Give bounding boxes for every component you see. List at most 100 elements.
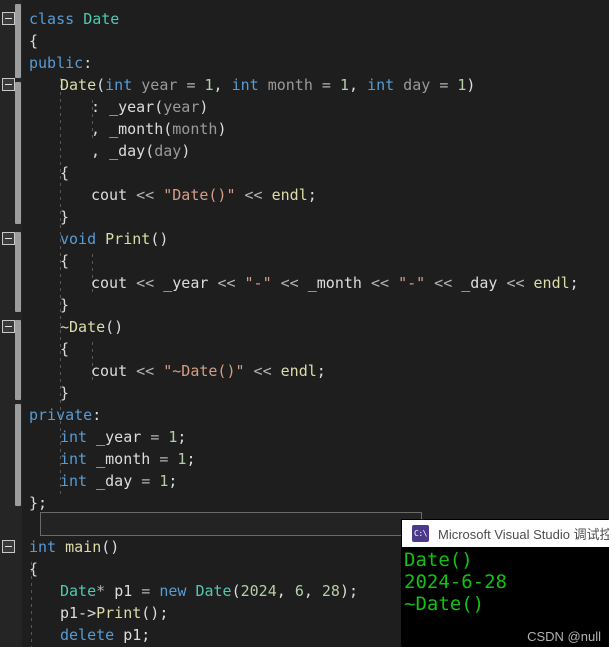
code-line[interactable]: p1->Print(); bbox=[60, 602, 168, 624]
code-token: _day bbox=[109, 142, 146, 160]
code-token: Print bbox=[105, 230, 151, 248]
code-token: new bbox=[159, 582, 196, 600]
code-token: ) bbox=[181, 142, 191, 160]
code-line[interactable]: { bbox=[60, 338, 69, 360]
code-token: * bbox=[96, 582, 115, 600]
code-token: } bbox=[60, 384, 70, 402]
code-token: Date bbox=[60, 76, 97, 94]
fold-collapse-icon[interactable] bbox=[2, 232, 15, 245]
code-token: << bbox=[136, 362, 164, 380]
fold-collapse-icon[interactable] bbox=[2, 320, 15, 333]
code-line[interactable]: } bbox=[60, 294, 69, 316]
code-token: ~Date bbox=[60, 318, 106, 336]
code-line[interactable]: Date(int year = 1, int month = 1, int da… bbox=[60, 74, 475, 96]
code-line[interactable]: ~Date() bbox=[60, 316, 123, 338]
code-line[interactable]: { bbox=[29, 30, 38, 52]
code-line[interactable]: private: bbox=[29, 404, 101, 426]
code-token: = bbox=[141, 472, 160, 490]
code-line[interactable]: int main() bbox=[29, 536, 119, 558]
code-token: _year bbox=[163, 274, 218, 292]
code-token: year bbox=[132, 76, 187, 94]
code-token: ) bbox=[217, 120, 227, 138]
code-line[interactable]: cout << "Date()" << endl; bbox=[91, 184, 317, 206]
code-token: ( bbox=[231, 582, 241, 600]
console-output-line: 2024-6-28 bbox=[404, 571, 507, 593]
code-token: endl bbox=[271, 186, 308, 204]
code-token: 2024 bbox=[240, 582, 277, 600]
code-token: _day bbox=[87, 472, 142, 490]
code-token: cout bbox=[91, 274, 137, 292]
code-token: (); bbox=[141, 604, 169, 622]
code-token: = bbox=[150, 428, 169, 446]
code-line[interactable]: cout << _year << "-" << _month << "-" <<… bbox=[91, 272, 579, 294]
code-token: month bbox=[172, 120, 218, 138]
code-line[interactable]: : _year(year) bbox=[91, 96, 208, 118]
code-token: << bbox=[425, 274, 462, 292]
fold-collapse-icon[interactable] bbox=[2, 78, 15, 91]
code-token: () bbox=[101, 538, 120, 556]
fold-collapse-icon[interactable] bbox=[2, 12, 15, 25]
code-token: int bbox=[29, 538, 66, 556]
code-token: ); bbox=[339, 582, 359, 600]
code-line[interactable]: } bbox=[60, 382, 69, 404]
code-line[interactable]: Date* p1 = new Date(2024, 6, 28); bbox=[60, 580, 358, 602]
code-token: int bbox=[60, 450, 88, 468]
csdn-watermark: CSDN @null bbox=[527, 629, 601, 644]
code-line[interactable]: int _day = 1; bbox=[60, 470, 177, 492]
code-token: p1-> bbox=[60, 604, 97, 622]
code-line[interactable]: }; bbox=[29, 492, 47, 514]
code-token: << bbox=[136, 274, 164, 292]
code-token: } bbox=[60, 208, 70, 226]
code-token: << bbox=[370, 274, 399, 292]
code-line[interactable]: public: bbox=[29, 52, 92, 74]
code-line[interactable]: , _month(month) bbox=[91, 118, 226, 140]
console-icon-glyph: C:\ bbox=[414, 528, 427, 538]
code-token: _month bbox=[87, 450, 160, 468]
code-token: 28 bbox=[321, 582, 340, 600]
code-line[interactable]: int _year = 1; bbox=[60, 426, 186, 448]
code-token: "~Date()" bbox=[163, 362, 245, 380]
code-line[interactable]: delete p1; bbox=[60, 624, 150, 646]
code-token: ; bbox=[186, 450, 196, 468]
console-output-line: Date() bbox=[404, 549, 473, 571]
code-token: int bbox=[231, 76, 259, 94]
code-line[interactable]: int _month = 1; bbox=[60, 448, 195, 470]
code-token: void bbox=[60, 230, 106, 248]
code-token: ) bbox=[466, 76, 476, 94]
code-token: endl bbox=[533, 274, 570, 292]
code-token: int bbox=[367, 76, 395, 94]
code-line[interactable]: } bbox=[60, 206, 69, 228]
code-token: ; bbox=[316, 362, 326, 380]
code-token: int bbox=[60, 428, 88, 446]
code-token: { bbox=[60, 340, 70, 358]
code-token: << bbox=[136, 186, 164, 204]
code-token: 6 bbox=[294, 582, 304, 600]
console-title-bar[interactable]: C:\ Microsoft Visual Studio 调试控 bbox=[402, 520, 609, 547]
code-token: main bbox=[65, 538, 102, 556]
code-token: = bbox=[321, 76, 340, 94]
code-token: 1 bbox=[339, 76, 349, 94]
code-token: ; bbox=[177, 428, 187, 446]
code-token: _month bbox=[307, 274, 371, 292]
code-token: _month bbox=[109, 120, 164, 138]
code-token: ; bbox=[168, 472, 178, 490]
code-line[interactable]: { bbox=[29, 558, 38, 580]
code-line[interactable]: void Print() bbox=[60, 228, 168, 250]
code-token: : bbox=[83, 54, 93, 72]
code-line[interactable]: { bbox=[60, 162, 69, 184]
console-title-text: Microsoft Visual Studio 调试控 bbox=[438, 527, 609, 542]
code-line[interactable]: cout << "~Date()" << endl; bbox=[91, 360, 326, 382]
debug-console-window[interactable]: C:\ Microsoft Visual Studio 调试控 Date() 20… bbox=[402, 520, 609, 647]
code-line[interactable]: class Date bbox=[29, 8, 119, 30]
code-token: delete bbox=[60, 626, 124, 644]
code-token: month bbox=[258, 76, 322, 94]
code-token: }; bbox=[29, 494, 48, 512]
code-token: ( bbox=[145, 142, 155, 160]
code-token: ; bbox=[569, 274, 579, 292]
code-token: , bbox=[91, 120, 110, 138]
fold-collapse-icon[interactable] bbox=[2, 540, 15, 553]
code-line[interactable]: { bbox=[60, 250, 69, 272]
code-token: day bbox=[394, 76, 440, 94]
code-token: 1 bbox=[204, 76, 214, 94]
code-line[interactable]: , _day(day) bbox=[91, 140, 190, 162]
